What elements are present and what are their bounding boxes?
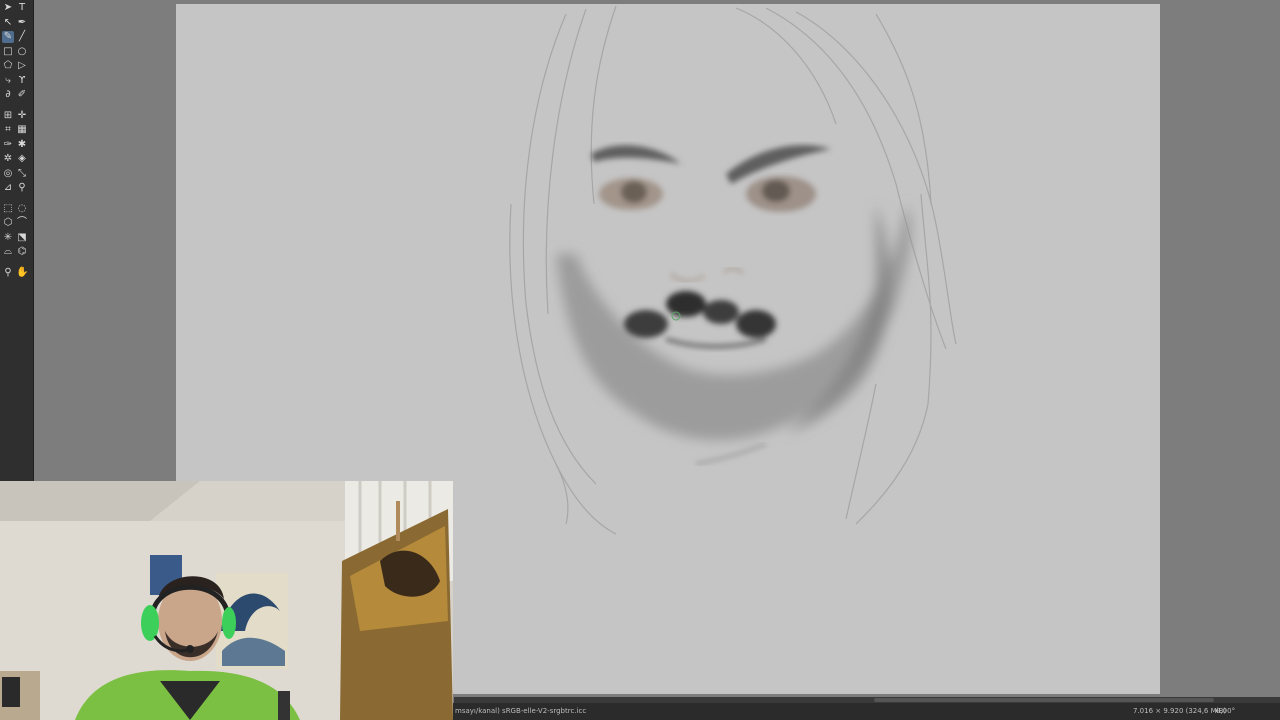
crop-tool[interactable]: ⌗ xyxy=(2,124,14,136)
select-shapes-tool[interactable]: ➤ xyxy=(2,2,14,14)
edit-shapes-tool[interactable]: ↖ xyxy=(2,17,14,29)
calligraphy-tool[interactable]: ✒ xyxy=(16,17,28,29)
outline-select-tool[interactable]: ⌒ xyxy=(16,217,28,229)
color-profile-label: msayı/kanal) sRGB-elle-V2-srgbtrc.icc xyxy=(455,707,587,715)
polygon-tool[interactable]: ⬠ xyxy=(2,60,14,72)
transform-tool[interactable]: ⊞ xyxy=(2,110,14,122)
contiguous-select-tool[interactable]: ✳ xyxy=(2,232,14,244)
webcam-feed xyxy=(0,481,453,720)
right-gutter xyxy=(1194,0,1280,697)
ellipse-tool[interactable]: ○ xyxy=(16,46,28,58)
measure-tool[interactable]: ⊿ xyxy=(2,182,14,194)
similar-select-tool[interactable]: ⬔ xyxy=(16,232,28,244)
gradient-tool[interactable]: ▦ xyxy=(16,124,28,136)
ellipse-select-tool[interactable]: ◌ xyxy=(16,203,28,215)
assistant-tool[interactable]: ⤡ xyxy=(16,168,28,180)
freehand-brush-tool[interactable]: ✎ xyxy=(2,31,14,43)
pattern-tool[interactable]: ✲ xyxy=(2,153,14,165)
smart-patch-tool[interactable]: ✱ xyxy=(16,139,28,151)
reference-tool[interactable]: ⚲ xyxy=(16,182,28,194)
bezier-select-tool[interactable]: ⌓ xyxy=(2,246,14,258)
dynamic-brush-tool[interactable]: ∂ xyxy=(2,89,14,101)
multibrush-tool[interactable]: ✐ xyxy=(16,89,28,101)
polyline-tool[interactable]: ▷ xyxy=(16,60,28,72)
freehand-path-tool[interactable]: ϒ xyxy=(16,75,28,87)
rectangle-tool[interactable]: □ xyxy=(2,46,14,58)
zoom-tool[interactable]: ⚲ xyxy=(2,267,14,279)
polygon-select-tool[interactable]: ⬡ xyxy=(2,217,14,229)
fill-tool[interactable]: ◈ xyxy=(16,153,28,165)
magnetic-select-tool[interactable]: ⌬ xyxy=(16,246,28,258)
bezier-tool[interactable]: ⤷ xyxy=(2,75,14,87)
rect-select-tool[interactable]: ⬚ xyxy=(2,203,14,215)
color-sampler-tool[interactable]: ✑ xyxy=(2,139,14,151)
text-tool[interactable]: T xyxy=(16,2,28,14)
pan-tool[interactable]: ✋ xyxy=(16,267,28,279)
webcam-overlay xyxy=(0,481,453,720)
move-tool[interactable]: ✛ xyxy=(16,110,28,122)
enclose-fill-tool[interactable]: ◎ xyxy=(2,168,14,180)
scrollbar-thumb[interactable] xyxy=(874,698,1214,702)
line-tool[interactable]: ╱ xyxy=(16,31,28,43)
image-dimensions-label: 7.016 × 9.920 (324,6 MiB) xyxy=(1133,707,1227,715)
rotation-value[interactable]: 0,00° xyxy=(1216,703,1235,720)
